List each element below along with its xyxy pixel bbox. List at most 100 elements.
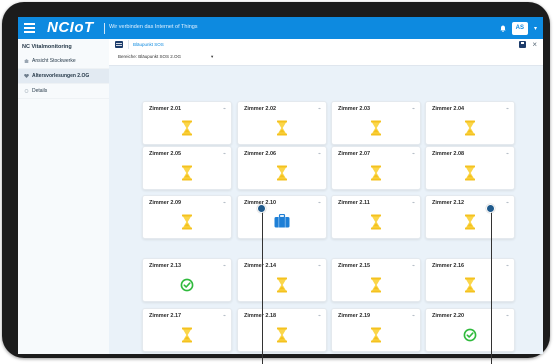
signal-icon: ⌁ [411,313,415,319]
user-avatar[interactable]: AS [511,21,528,35]
chevron-down-icon[interactable]: ▾ [534,25,537,32]
signal-icon: ⌁ [505,151,509,157]
room-card[interactable]: Zimmer 2.05 ⌁ [142,146,232,190]
room-card[interactable]: Zimmer 2.03 ⌁ [331,101,421,145]
signal-icon: ⌁ [505,106,509,112]
room-card[interactable]: Zimmer 2.06 ⌁ [237,146,327,190]
room-name: Zimmer 2.12 [432,200,465,206]
room-card[interactable]: Zimmer 2.20 ⌁ [425,308,515,352]
room-card[interactable]: Zimmer 2.01 ⌁ [142,101,232,145]
room-card[interactable]: Zimmer 2.11 ⌁ [331,195,421,239]
app-screen: NCIoT Wir verbinden das Internet of Thin… [18,17,543,354]
room-card[interactable]: Zimmer 2.19 ⌁ [331,308,421,352]
room-card[interactable]: Zimmer 2.07 ⌁ [331,146,421,190]
room-name: Zimmer 2.03 [338,106,371,112]
grid-view-icon[interactable] [115,41,123,48]
room-card[interactable]: Zimmer 2.17 ⌁ [142,308,232,352]
signal-icon: ⌁ [505,200,509,206]
signal-icon: ⌁ [317,263,321,269]
room-name: Zimmer 2.20 [432,313,465,319]
signal-icon: ⌁ [222,151,226,157]
hourglass-icon [369,277,383,293]
sidebar-item-label: Altersvorlesungen 2.OG [32,73,90,79]
sidebar: NC Vitalmonitoring Ansicht Stockwerke Al… [18,39,110,354]
room-card[interactable]: Zimmer 2.16 ⌁ [425,258,515,302]
room-card[interactable]: Zimmer 2.09 ⌁ [142,195,232,239]
hourglass-icon [180,214,194,230]
signal-icon: ⌁ [222,313,226,319]
hourglass-icon [275,165,289,181]
tab-sos[interactable]: Bläupunkt SOS [128,40,178,49]
home-icon [24,59,29,63]
signal-icon: ⌁ [411,200,415,206]
room-name: Zimmer 2.05 [149,151,182,157]
hourglass-icon [180,165,194,181]
sidebar-item-label: Details [32,88,48,94]
room-card[interactable]: Zimmer 2.02 ⌁ [237,101,327,145]
main-content: Bläupunkt SOS × Bereiche: Bläupunkt SOS … [109,39,543,354]
hourglass-icon [275,327,289,343]
callout-line-right [491,209,492,364]
room-name: Zimmer 2.02 [244,106,277,112]
hourglass-icon [463,120,477,136]
tablet-frame: NCIoT Wir verbinden das Internet of Thin… [2,2,550,358]
room-card[interactable]: Zimmer 2.18 ⌁ [237,308,327,352]
app-logo: NCIoT [47,19,94,36]
room-name: Zimmer 2.06 [244,151,277,157]
callout-marker-right [486,204,495,213]
hourglass-icon [369,120,383,136]
room-card[interactable]: Zimmer 2.14 ⌁ [237,258,327,302]
sidebar-item-altersvorlesungen[interactable]: Altersvorlesungen 2.OG [18,69,109,84]
signal-icon: ⌁ [317,106,321,112]
room-card[interactable]: Zimmer 2.13 ⌁ [142,258,232,302]
bell-icon[interactable] [499,25,506,32]
room-name: Zimmer 2.09 [149,200,182,206]
room-card[interactable]: Zimmer 2.10 ⌁ [237,195,327,239]
room-name: Zimmer 2.11 [338,200,370,206]
signal-icon: ⌁ [411,151,415,157]
hourglass-icon [180,327,194,343]
signal-icon: ⌁ [222,263,226,269]
signal-icon: ⌁ [317,313,321,319]
sidebar-item-details[interactable]: Details [18,84,109,99]
room-name: Zimmer 2.01 [149,106,182,112]
sidebar-item-label: Ansicht Stockwerke [32,58,76,64]
hourglass-icon [463,165,477,181]
room-name: Zimmer 2.04 [432,106,465,112]
room-card[interactable]: Zimmer 2.08 ⌁ [425,146,515,190]
area-select[interactable]: Bereiche: Bläupunkt SOS 2.OG [118,54,181,59]
room-name: Zimmer 2.17 [149,313,182,319]
info-icon [24,89,29,93]
room-name: Zimmer 2.13 [149,263,182,269]
room-grid: Zimmer 2.01 ⌁ Zimmer 2.02 ⌁ Zimmer 2.03 ⌁ Zimm… [109,65,543,354]
menu-icon[interactable] [24,23,35,33]
signal-icon: ⌁ [505,313,509,319]
signal-icon: ⌁ [317,200,321,206]
luggage-icon [274,213,290,230]
hourglass-icon [369,327,383,343]
hourglass-icon [463,214,477,230]
room-card[interactable]: Zimmer 2.15 ⌁ [331,258,421,302]
check-circle-icon [463,327,477,343]
room-card[interactable]: Zimmer 2.12 ⌁ [425,195,515,239]
room-name: Zimmer 2.18 [244,313,277,319]
callout-marker-left [257,204,266,213]
hourglass-icon [369,165,383,181]
room-name: Zimmer 2.19 [338,313,371,319]
close-icon[interactable]: × [532,41,537,49]
signal-icon: ⌁ [222,106,226,112]
signal-icon: ⌁ [317,151,321,157]
chevron-down-icon[interactable]: ▾ [211,54,213,60]
room-name: Zimmer 2.16 [432,263,465,269]
hourglass-icon [275,120,289,136]
room-card[interactable]: Zimmer 2.04 ⌁ [425,101,515,145]
sidebar-item-ansicht-stockwerke[interactable]: Ansicht Stockwerke [18,54,109,69]
hourglass-icon [369,214,383,230]
room-name: Zimmer 2.08 [432,151,465,157]
hourglass-icon [180,120,194,136]
save-icon[interactable] [519,41,527,48]
filter-bar: Bereiche: Bläupunkt SOS 2.OG ▾ [109,50,543,66]
room-name: Zimmer 2.14 [244,263,277,269]
signal-icon: ⌁ [505,263,509,269]
signal-icon: ⌁ [222,200,226,206]
